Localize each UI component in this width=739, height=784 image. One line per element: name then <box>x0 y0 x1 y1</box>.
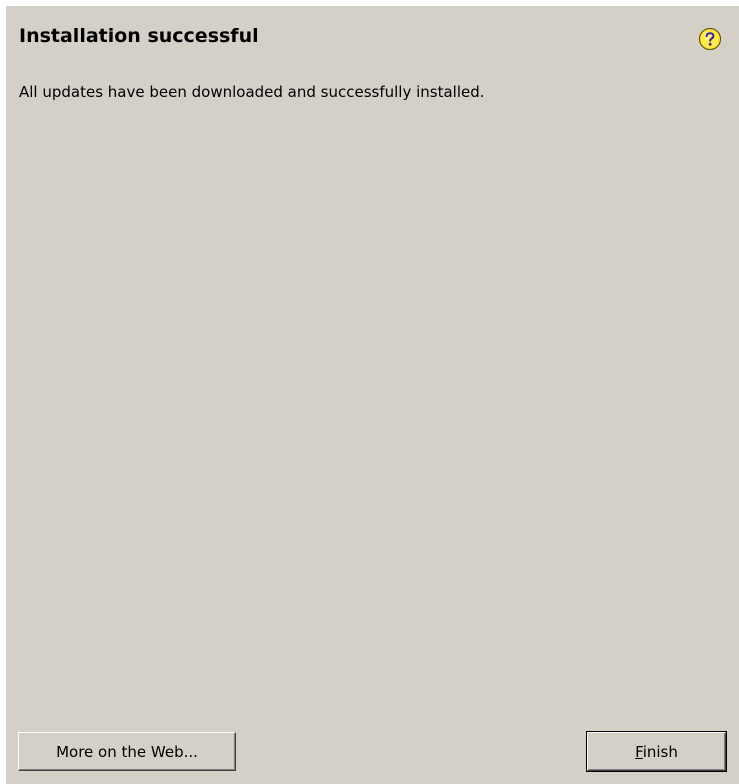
dialog-message: All updates have been downloaded and suc… <box>19 83 485 101</box>
finish-mnemonic: F <box>635 742 643 761</box>
more-on-the-web-button[interactable]: More on the Web... <box>18 732 236 771</box>
help-icon[interactable] <box>698 27 722 51</box>
installation-dialog: Installation successful All updates have… <box>6 6 739 784</box>
finish-label: Finish <box>635 743 678 761</box>
finish-label-rest: inish <box>642 742 678 761</box>
dialog-title: Installation successful <box>19 25 259 47</box>
finish-button[interactable]: Finish <box>586 731 727 772</box>
more-on-the-web-label: More on the Web... <box>56 742 198 761</box>
